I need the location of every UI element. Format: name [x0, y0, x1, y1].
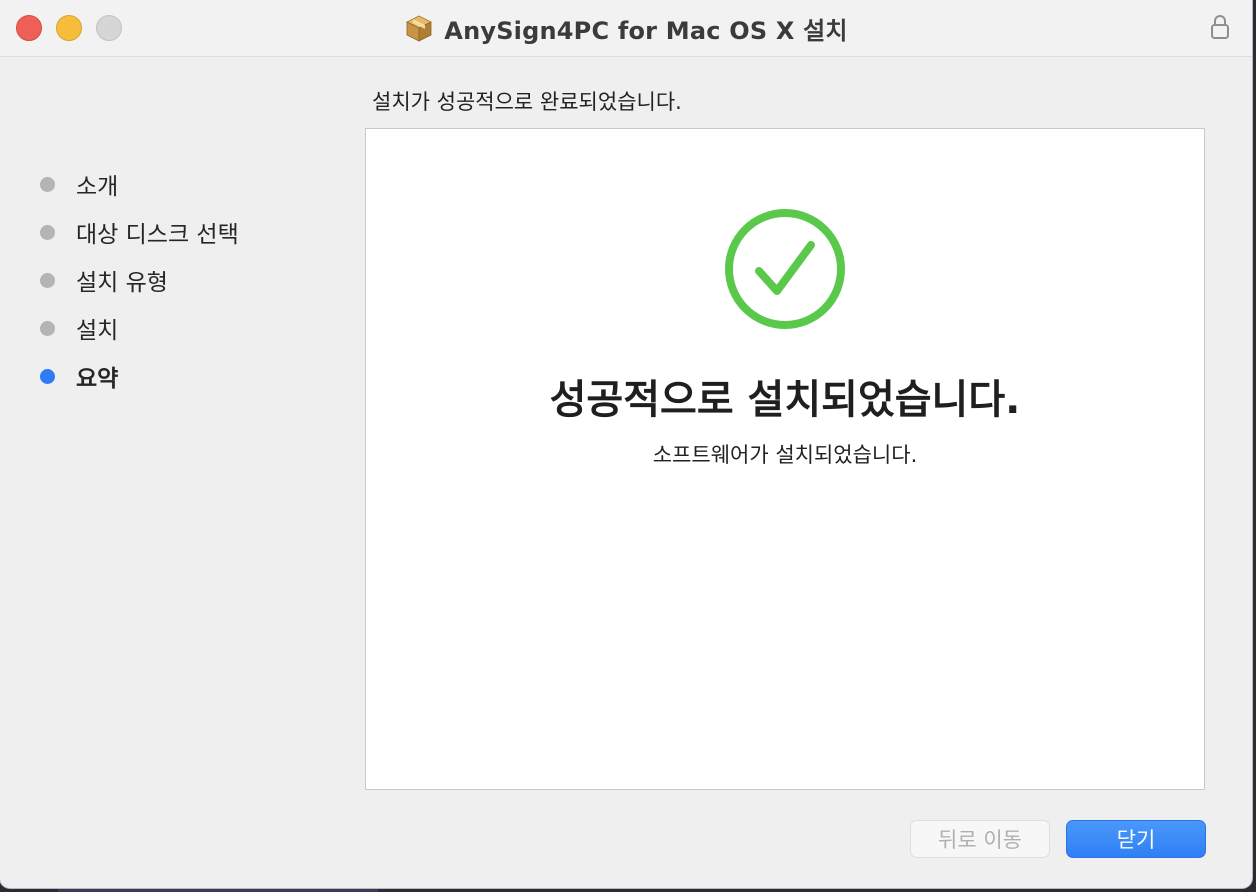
sidebar-step-label: 설치 유형	[76, 270, 168, 296]
step-indicator-dot	[40, 272, 55, 288]
sidebar-step-installation-type: 설치 유형	[0, 256, 360, 304]
content-panel: 성공적으로 설치되었습니다. 소프트웨어가 설치되었습니다.	[365, 128, 1205, 790]
sidebar-step-label: 소개	[76, 174, 119, 200]
close-button[interactable]: 닫기	[1066, 820, 1206, 858]
go-back-button[interactable]: 뒤로 이동	[910, 820, 1050, 858]
step-indicator-dot	[40, 320, 55, 336]
package-icon	[406, 15, 433, 42]
window-title-group: AnySign4PC for Mac OS X 설치	[0, 10, 1252, 46]
sidebar-step-installation: 설치	[0, 304, 360, 352]
success-subtitle: 소프트웨어가 설치되었습니다.	[652, 443, 918, 467]
page-heading: 설치가 성공적으로 완료되었습니다.	[372, 90, 682, 114]
sidebar-step-label: 요약	[76, 366, 119, 392]
window-title: AnySign4PC for Mac OS X 설치	[444, 16, 848, 45]
step-indicator-dot-active	[40, 368, 55, 384]
sidebar-step-label: 대상 디스크 선택	[76, 222, 239, 248]
success-title: 성공적으로 설치되었습니다.	[549, 377, 1021, 423]
step-indicator-dot	[40, 176, 55, 192]
installer-steps-sidebar: 소개 대상 디스크 선택 설치 유형 설치 요약	[0, 160, 360, 400]
step-indicator-dot	[40, 224, 55, 240]
lock-icon	[1211, 15, 1229, 39]
sidebar-step-label: 설치	[76, 318, 119, 344]
checkmark-circle-icon	[725, 209, 845, 329]
sidebar-step-summary: 요약	[0, 352, 360, 400]
title-bar[interactable]: AnySign4PC for Mac OS X 설치	[0, 0, 1252, 57]
sidebar-step-introduction: 소개	[0, 160, 360, 208]
sidebar-step-destination-select: 대상 디스크 선택	[0, 208, 360, 256]
installer-window: AnySign4PC for Mac OS X 설치 소개 대상 디스크 선택 …	[0, 0, 1252, 888]
